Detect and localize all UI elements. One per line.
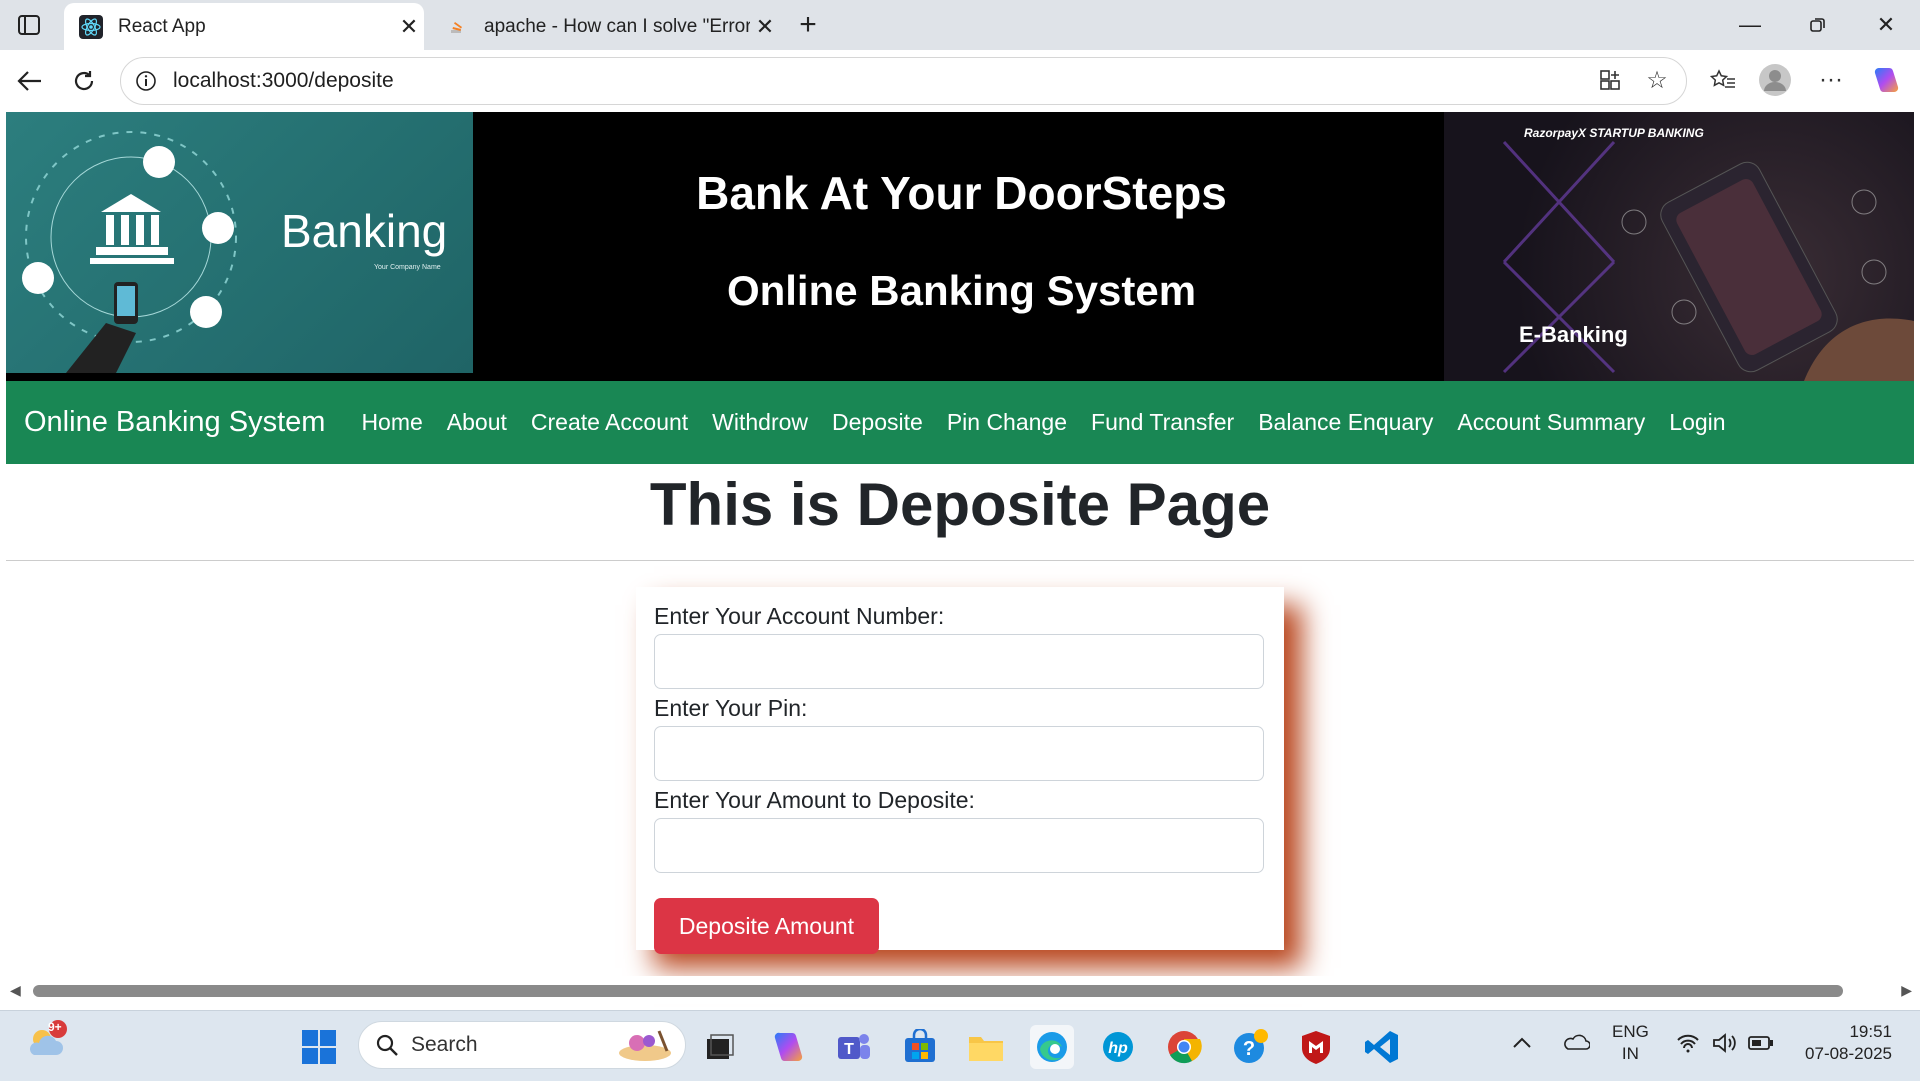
tab-react-app[interactable]: React App ✕ <box>64 3 424 50</box>
close-tab-icon[interactable]: ✕ <box>394 14 424 40</box>
divider <box>6 560 1914 561</box>
deposit-form: Enter Your Account Number: Enter Your Pi… <box>636 587 1284 954</box>
weather-icon[interactable]: 9+ <box>24 1019 68 1063</box>
nav-link-pin-change[interactable]: Pin Change <box>947 409 1067 436</box>
banner-heading: Bank At Your DoorSteps <box>696 167 1227 219</box>
windows-taskbar: 9+ Search T hp ? ENG IN 19:51 07-08-2025 <box>0 1010 1920 1081</box>
microsoft-store-icon[interactable] <box>898 1025 942 1069</box>
refresh-icon[interactable] <box>61 58 107 104</box>
back-icon[interactable] <box>7 58 53 104</box>
banner-title-block: Bank At Your DoorSteps Online Banking Sy… <box>473 112 1450 381</box>
ebanking-image: RazorpayX STARTUP BANKING E-Banking <box>1444 112 1914 381</box>
tab-title: apache - How can I solve "Error: M <box>484 15 750 37</box>
file-explorer-icon[interactable] <box>964 1025 1008 1069</box>
banking-logo-subtext: Your Company Name <box>374 264 441 271</box>
clock[interactable]: 19:51 07-08-2025 <box>1796 1021 1892 1065</box>
task-view-icon[interactable] <box>698 1025 742 1069</box>
copilot-app-icon[interactable] <box>766 1025 810 1069</box>
language-code: ENG <box>1612 1022 1649 1041</box>
stackoverflow-icon <box>444 14 470 40</box>
nav-link-balance-enquary[interactable]: Balance Enquary <box>1258 409 1433 436</box>
language-indicator[interactable]: ENG IN <box>1612 1021 1649 1065</box>
favorites-icon[interactable] <box>1706 63 1740 97</box>
url-text[interactable]: localhost:3000/deposite <box>173 69 394 93</box>
nav-link-home[interactable]: Home <box>361 409 422 436</box>
help-icon[interactable]: ? <box>1228 1025 1272 1069</box>
nav-link-fund-transfer[interactable]: Fund Transfer <box>1091 409 1234 436</box>
hp-icon[interactable]: hp <box>1096 1025 1140 1069</box>
mcafee-icon[interactable] <box>1294 1025 1338 1069</box>
ebanking-label: E-Banking <box>1519 322 1628 347</box>
teams-icon[interactable]: T <box>832 1025 876 1069</box>
banking-logo-word: Banking <box>281 205 448 257</box>
volume-icon[interactable] <box>1712 1033 1738 1059</box>
banking-logo-image: Banking Your Company Name <box>6 112 473 373</box>
clock-date: 07-08-2025 <box>1805 1044 1892 1063</box>
svg-text:hp: hp <box>1108 1040 1128 1057</box>
pin-input[interactable] <box>654 726 1264 781</box>
clock-time: 19:51 <box>1849 1022 1892 1041</box>
nav-link-account-summary[interactable]: Account Summary <box>1457 409 1645 436</box>
app-available-icon[interactable] <box>1593 63 1627 97</box>
tab-actions-icon[interactable] <box>0 0 58 50</box>
account-number-input[interactable] <box>654 634 1264 689</box>
profile-avatar-icon[interactable] <box>1758 63 1792 97</box>
banner-subheading: Online Banking System <box>726 267 1197 314</box>
vscode-icon[interactable] <box>1360 1025 1404 1069</box>
svg-text:?: ? <box>1243 1038 1255 1060</box>
nav-link-deposite[interactable]: Deposite <box>832 409 923 436</box>
restore-icon[interactable] <box>1788 0 1848 50</box>
wifi-icon[interactable] <box>1676 1033 1700 1059</box>
new-tab-icon[interactable]: + <box>780 0 836 50</box>
minimize-icon[interactable]: — <box>1720 0 1780 50</box>
region-code: IN <box>1621 1044 1639 1063</box>
close-tab-icon[interactable]: ✕ <box>750 14 780 40</box>
site-info-icon[interactable] <box>133 68 159 94</box>
address-bar[interactable]: localhost:3000/deposite <box>120 57 1687 105</box>
account-number-label: Enter Your Account Number: <box>654 603 945 629</box>
header-banner: Banking Your Company Name Bank At Your D… <box>6 112 1914 381</box>
onedrive-icon[interactable] <box>1562 1033 1591 1057</box>
deposite-amount-button[interactable]: Deposite Amount <box>654 898 879 954</box>
copilot-icon[interactable] <box>1869 63 1903 97</box>
show-hidden-icons-icon[interactable] <box>1512 1033 1532 1055</box>
amount-input[interactable] <box>654 818 1264 873</box>
react-icon <box>78 14 104 40</box>
scroll-right-arrow-icon[interactable]: ▶ <box>1901 982 1912 999</box>
edge-browser-icon[interactable] <box>1030 1025 1074 1069</box>
amount-label: Enter Your Amount to Deposite: <box>654 787 975 813</box>
svg-text:T: T <box>844 1041 854 1058</box>
nav-link-about[interactable]: About <box>447 409 507 436</box>
search-icon <box>375 1033 399 1057</box>
razorpayx-brand: RazorpayX STARTUP BANKING <box>1524 126 1704 140</box>
close-window-icon[interactable]: ✕ <box>1856 0 1916 50</box>
navbar-brand[interactable]: Online Banking System <box>24 406 325 439</box>
battery-icon[interactable] <box>1748 1035 1774 1057</box>
search-label: Search <box>411 1033 478 1056</box>
main-navbar: Online Banking System Home About Create … <box>6 381 1914 464</box>
start-button-icon[interactable] <box>297 1025 341 1069</box>
nav-link-withdrow[interactable]: Withdrow <box>712 409 808 436</box>
notification-badge: 9+ <box>48 1020 62 1034</box>
more-options-icon[interactable]: ··· <box>1814 63 1848 97</box>
scrollbar-thumb[interactable] <box>33 985 1843 997</box>
nav-link-login[interactable]: Login <box>1669 409 1725 436</box>
favorite-star-icon[interactable]: ☆ <box>1640 63 1674 97</box>
nav-link-create-account[interactable]: Create Account <box>531 409 688 436</box>
address-row: localhost:3000/deposite ☆ ··· <box>0 50 1920 113</box>
pin-label: Enter Your Pin: <box>654 695 808 721</box>
tab-apache[interactable]: apache - How can I solve "Error: M ✕ <box>430 3 780 50</box>
tab-title: React App <box>118 15 206 37</box>
search-highlight-icon <box>615 1027 675 1063</box>
horizontal-scrollbar[interactable]: ◀ ▶ <box>0 976 1920 1004</box>
web-page: Banking Your Company Name Bank At Your D… <box>0 112 1920 1012</box>
taskbar-search-box[interactable]: Search <box>358 1021 686 1069</box>
page-title: This is Deposite Page <box>649 471 1271 538</box>
chrome-icon[interactable] <box>1162 1025 1206 1069</box>
browser-tab-bar: React App ✕ apache - How can I solve "Er… <box>0 0 1920 50</box>
scroll-left-arrow-icon[interactable]: ◀ <box>10 982 21 999</box>
